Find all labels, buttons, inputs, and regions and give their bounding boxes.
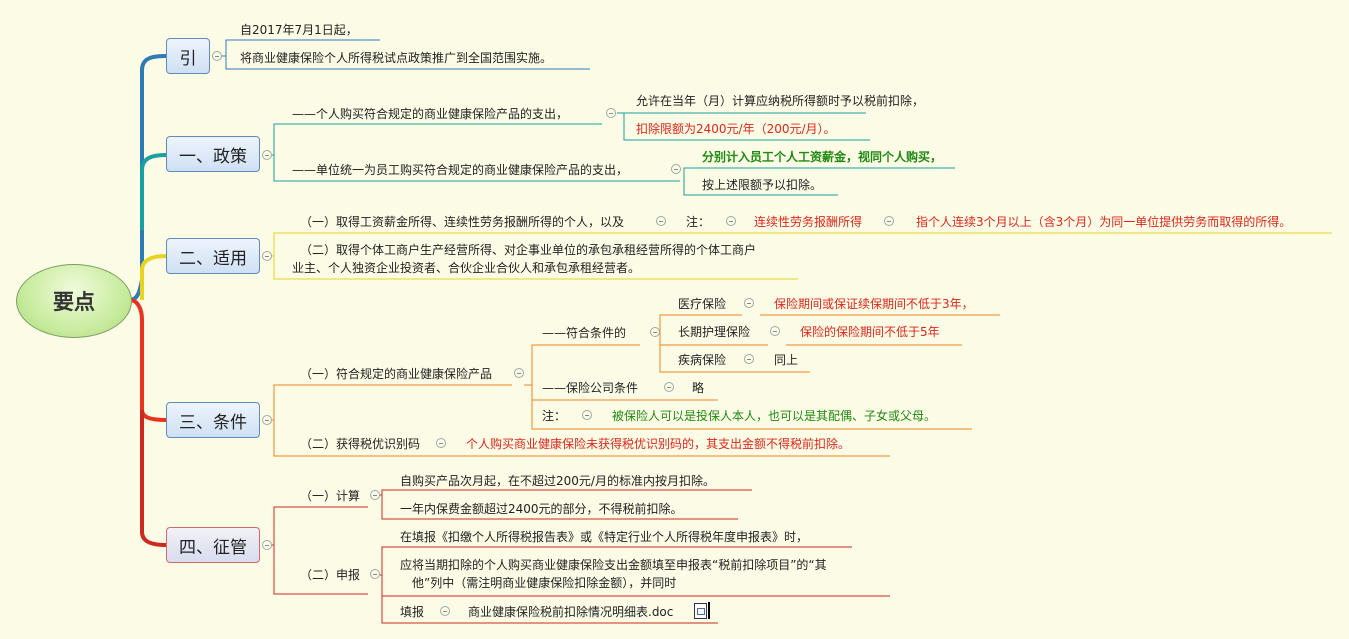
collapse-policy-personal-icon[interactable] — [606, 108, 616, 118]
policy-personal-limit[interactable]: 扣除限额为2400元/年（200元/月）。 — [636, 121, 836, 137]
conditions-item1[interactable]: （一）符合规定的商业健康保险产品 — [300, 366, 492, 382]
conditions-ltc-note[interactable]: 保险的保险期间不低于5年 — [800, 324, 940, 340]
collapse-policy-icon[interactable] — [262, 150, 272, 160]
conditions-note-text[interactable]: 被保险人可以是投保人本人，也可以是其配偶、子女或父母。 — [612, 408, 936, 424]
policy-unit-limit[interactable]: 按上述限额予以扣除。 — [702, 177, 822, 193]
admin-report[interactable]: （二）申报 — [300, 567, 360, 583]
admin-attachment[interactable]: 商业健康保险税前扣除情况明细表.doc — [468, 604, 673, 620]
policy-personal-allow[interactable]: 允许在当年（月）计算应纳税所得额时予以税前扣除， — [636, 93, 924, 109]
collapse-intro-icon[interactable] — [212, 51, 222, 61]
collapse-admin-calc-icon[interactable] — [370, 490, 380, 500]
doc-attachment-icon[interactable] — [694, 603, 707, 619]
collapse-apply-note-icon[interactable] — [726, 216, 736, 226]
policy-unit-calc[interactable]: 分别计入员工个人工资薪金，视同个人购买， — [702, 149, 942, 165]
topic-intro[interactable]: 引 — [166, 38, 210, 74]
admin-report-line2a[interactable]: 应将当期扣除的个人购买商业健康保险支出金额填至申报表“税前扣除项目”的“其 — [400, 557, 827, 573]
apply-item2-line2[interactable]: 业主、个人独资企业投资者、合伙企业合伙人和承包承租经营者。 — [292, 260, 640, 276]
conditions-ltc[interactable]: 长期护理保险 — [678, 324, 750, 340]
collapse-admin-icon[interactable] — [262, 540, 272, 550]
collapse-ltc-icon[interactable] — [770, 326, 780, 336]
collapse-conditions-item1-icon[interactable] — [514, 368, 524, 378]
conditions-insurer-note[interactable]: 略 — [692, 380, 704, 396]
admin-calc[interactable]: （一）计算 — [300, 488, 360, 504]
collapse-illness-icon[interactable] — [744, 354, 754, 364]
collapse-qualify-icon[interactable] — [650, 327, 660, 337]
policy-unit[interactable]: ——单位统一为员工购买符合规定的商业健康保险产品的支出， — [292, 162, 628, 178]
conditions-note-label[interactable]: 注： — [542, 408, 566, 424]
conditions-illness-note[interactable]: 同上 — [774, 352, 798, 368]
topic-apply[interactable]: 二、适用 — [166, 238, 260, 274]
conditions-qualify[interactable]: ——符合条件的 — [542, 325, 626, 341]
conditions-medical-note[interactable]: 保险期间或保证续保期间不低于3年， — [774, 296, 974, 312]
conditions-item2-note[interactable]: 个人购买商业健康保险未获得税优识别码的，其支出金额不得税前扣除。 — [466, 436, 850, 452]
collapse-admin-report-icon[interactable] — [370, 569, 380, 579]
admin-report-line1[interactable]: 在填报《扣缴个人所得税报告表》或《特定行业个人所得税年度申报表》时， — [400, 529, 808, 545]
conditions-item2[interactable]: （二）获得税优识别码 — [300, 436, 420, 452]
collapse-medical-icon[interactable] — [744, 298, 754, 308]
intro-line2[interactable]: 将商业健康保险个人所得税试点政策推广到全国范围实施。 — [240, 50, 552, 66]
admin-fill[interactable]: 填报 — [400, 604, 424, 620]
collapse-apply-item1-icon[interactable] — [656, 216, 666, 226]
apply-note-desc[interactable]: 指个人连续3个月以上（含3个月）为同一单位提供劳务而取得的所得。 — [916, 214, 1291, 230]
collapse-apply-icon[interactable] — [262, 251, 272, 261]
collapse-conditions-item2-icon[interactable] — [436, 438, 446, 448]
topic-policy[interactable]: 一、政策 — [166, 136, 260, 172]
text-cursor — [708, 602, 710, 619]
collapse-policy-unit-icon[interactable] — [671, 164, 681, 174]
conditions-illness[interactable]: 疾病保险 — [678, 352, 726, 368]
topic-admin[interactable]: 四、征管 — [166, 527, 260, 563]
collapse-apply-term-icon[interactable] — [884, 216, 894, 226]
collapse-insurer-icon[interactable] — [664, 382, 674, 392]
collapse-admin-fill-icon[interactable] — [440, 606, 450, 616]
apply-item2-line1[interactable]: （二）取得个体工商户生产经营所得、对企事业单位的承包承租经营所得的个体工商户 — [300, 242, 756, 258]
collapse-conditions-icon[interactable] — [262, 415, 272, 425]
conditions-insurer[interactable]: ——保险公司条件 — [542, 380, 638, 396]
admin-calc-line1[interactable]: 自购买产品次月起，在不超过200元/月的标准内按月扣除。 — [400, 473, 715, 489]
admin-report-line2b[interactable]: 他”列中（需注明商业健康保险扣除金额），并同时 — [412, 575, 676, 591]
topic-conditions[interactable]: 三、条件 — [166, 402, 260, 438]
conditions-medical[interactable]: 医疗保险 — [678, 296, 726, 312]
collapse-conditions-note-icon[interactable] — [582, 410, 592, 420]
intro-line1[interactable]: 自2017年7月1日起， — [240, 22, 358, 38]
admin-calc-line2[interactable]: 一年内保费金额超过2400元的部分，不得税前扣除。 — [400, 501, 683, 517]
apply-item1[interactable]: （一）取得工资薪金所得、连续性劳务报酬所得的个人，以及 — [300, 214, 624, 230]
apply-note-label[interactable]: 注： — [686, 214, 710, 230]
apply-note-term[interactable]: 连续性劳务报酬所得 — [754, 214, 862, 230]
policy-personal[interactable]: ——个人购买符合规定的商业健康保险产品的支出， — [292, 106, 568, 122]
root-topic[interactable]: 要点 — [16, 264, 132, 338]
